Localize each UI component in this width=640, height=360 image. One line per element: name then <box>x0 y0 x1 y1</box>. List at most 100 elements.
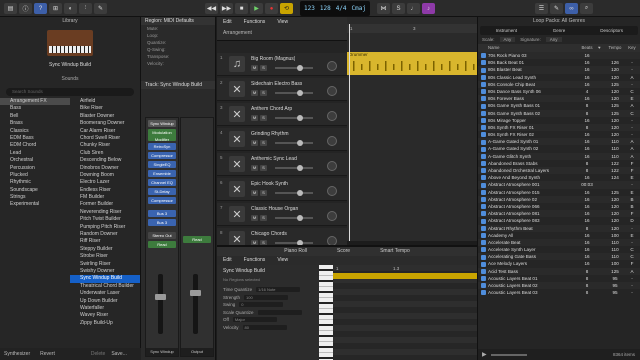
solo-button[interactable]: S <box>260 215 267 221</box>
category-item[interactable]: Percussion <box>0 165 70 172</box>
signature-select[interactable]: Any <box>545 37 562 42</box>
loop-row[interactable]: 70s Rock Piano 03 16 <box>478 52 640 60</box>
patch-item[interactable]: Dinobros Downer <box>70 165 140 172</box>
track-volume-slider[interactable] <box>275 90 313 96</box>
loop-row[interactable]: Abstract Atmosphere 083 16 120 D <box>478 217 640 224</box>
editor-param-field[interactable]: 1/16 Note <box>256 287 301 293</box>
track-name[interactable]: Chicago Chords <box>251 231 287 237</box>
track-header[interactable]: 7 ✕ Classic House Organ M S <box>217 203 347 226</box>
patch-item[interactable]: Pitch Twist Builder <box>70 216 140 223</box>
preview-volume-slider[interactable] <box>490 353 527 356</box>
category-item[interactable]: Plucked <box>0 172 70 179</box>
track-volume-slider[interactable] <box>275 65 313 71</box>
patch-item[interactable]: Former Builder <box>70 201 140 208</box>
patch-item[interactable]: Swishy Downer <box>70 268 140 275</box>
track-pan-knob[interactable] <box>327 161 337 171</box>
tab-score[interactable]: Score <box>337 247 350 256</box>
volume-fader[interactable] <box>155 274 166 334</box>
loop-row[interactable]: 80s Classic Lead Synth 16 120 A <box>478 74 640 81</box>
track-header[interactable]: Track: Sync Windup Build <box>141 81 215 89</box>
save-button[interactable]: Save... <box>111 351 127 357</box>
editor-param-field[interactable] <box>257 309 302 315</box>
solo-button[interactable]: S <box>260 140 267 146</box>
stop-button[interactable]: ■ <box>235 3 248 14</box>
patch-item[interactable]: Endless Riser <box>70 187 140 194</box>
patch-item[interactable]: Boomerang Downer <box>70 120 140 127</box>
loop-row[interactable]: Above And Beyond Synth 16 124 E <box>478 174 640 181</box>
editor-param-field[interactable]: 80 <box>242 324 287 330</box>
loop-row[interactable]: Abandoned Brass Stabs 8 122 F <box>478 160 640 167</box>
patch-item[interactable]: Chord Swell Riser <box>70 135 140 142</box>
mute-button[interactable]: M <box>251 165 258 171</box>
patch-item[interactable]: Pumping Pitch Riser <box>70 224 140 231</box>
track-header[interactable]: 1 ♫ Big Room (Magnus) M S <box>217 53 347 76</box>
editor-functions-menu[interactable]: Functions <box>244 257 266 264</box>
plugin-slot[interactable]: Modulation Modifier <box>148 129 176 141</box>
loop-row[interactable]: 80s Forever Bass 16 120 E <box>478 95 640 103</box>
output-slot[interactable]: Stereo Out <box>148 232 176 239</box>
track-pan-knob[interactable] <box>327 86 337 96</box>
loop-row[interactable]: Abstract Atmosphere 081 16 120 F <box>478 210 640 218</box>
category-item[interactable]: EDM Chord <box>0 142 70 149</box>
play-button[interactable]: ▶ <box>250 3 263 14</box>
track-pan-knob[interactable] <box>327 186 337 196</box>
patch-item[interactable]: Bike Riser <box>70 105 140 112</box>
tab-piano-roll[interactable]: Piano Roll <box>284 247 307 256</box>
loop-row[interactable]: A-Game Gated Synth 01 16 110 A <box>478 138 640 146</box>
bar-ruler[interactable]: 1 3 <box>347 24 477 33</box>
plugin-slot[interactable]: St-Delay <box>148 188 176 195</box>
track-name[interactable]: Anthemic Sync Lead <box>251 156 297 162</box>
loop-row[interactable]: Acoustic Layers Beat 01 8 95 - <box>478 275 640 282</box>
mute-button[interactable]: M <box>251 65 258 71</box>
track-volume-slider[interactable] <box>275 190 313 196</box>
category-item[interactable]: Arrangement FX <box>0 98 70 106</box>
region-header[interactable]: Region: MIDI Defaults <box>141 17 215 25</box>
tuner-button[interactable]: ⋈ <box>377 3 390 14</box>
category-item[interactable]: Orchestral <box>0 157 70 164</box>
patch-item[interactable]: Waterfaller <box>70 305 140 312</box>
track-name[interactable]: Grinding Rhythm <box>251 131 289 137</box>
plugin-slot[interactable]: Compressor <box>148 152 176 159</box>
patch-item[interactable]: Up Down Builder <box>70 298 140 305</box>
track-name[interactable]: Sidechain Electro Bass <box>251 81 302 87</box>
plugin-slot[interactable]: SingleEQ <box>148 161 176 168</box>
count-in-button[interactable]: ♪ <box>422 3 435 14</box>
mixer-button[interactable]: ⫶ <box>79 3 92 14</box>
editor-param-field[interactable]: Major <box>232 317 277 323</box>
tab-smart-tempo[interactable]: Smart Tempo <box>380 247 410 256</box>
forward-button[interactable]: ▶▶ <box>220 3 233 14</box>
output-fader[interactable] <box>190 274 201 334</box>
loop-row[interactable]: A-Game Gated Synth 02 16 110 A <box>478 145 640 152</box>
mute-button[interactable]: M <box>251 115 258 121</box>
mute-button[interactable]: M <box>251 215 258 221</box>
patch-item[interactable]: Airfield <box>70 98 140 105</box>
patch-item[interactable]: Random Downer <box>70 231 140 238</box>
patch-item[interactable]: Steppy Builder <box>70 246 140 253</box>
lcd-display[interactable]: 123 128 4/4 Cmaj <box>300 1 370 16</box>
solo-button[interactable]: S <box>260 115 267 121</box>
preview-play-icon[interactable]: ▶ <box>482 351 487 358</box>
track-header[interactable]: 6 ✕ Epic Hook Synth M S <box>217 178 347 201</box>
loop-row[interactable]: 80s Mirage Topper 16 120 - <box>478 117 640 124</box>
editor-param-field[interactable]: 100 <box>244 294 289 300</box>
inspector-button[interactable]: ⓘ <box>19 3 32 14</box>
loop-row[interactable]: Abstract Atmosphere 001 00:03 - <box>478 181 640 189</box>
plugin-slot[interactable]: Compressor <box>148 197 176 204</box>
plugin-slot[interactable]: Sync Windup <box>148 120 176 127</box>
patch-item[interactable]: Electro Lazer <box>70 179 140 186</box>
browsers-button[interactable]: ⌕ <box>580 3 593 14</box>
loop-row[interactable]: 80s Synth FX Riser 02 16 120 - <box>478 131 640 138</box>
automation-read[interactable]: Read <box>183 236 211 243</box>
piano-keyboard[interactable] <box>319 265 333 360</box>
category-item[interactable]: Rhythmic <box>0 179 70 186</box>
loop-row[interactable]: Accelerate Synth Layer 16 110 C <box>478 246 640 253</box>
patch-item[interactable]: Downing Boom <box>70 172 140 179</box>
quick-help-button[interactable]: ? <box>34 3 47 14</box>
col-beats[interactable]: Beats <box>576 44 598 52</box>
loop-row[interactable]: Accelerating Gate Bass 16 110 C <box>478 253 640 261</box>
patch-item[interactable]: Club Siren <box>70 150 140 157</box>
revert-button[interactable]: Revert <box>40 351 55 357</box>
region-param-row[interactable]: Loop: <box>141 32 215 39</box>
loop-row[interactable]: Acoustic Layers Beat 03 8 95 - <box>478 289 640 296</box>
track-volume-slider[interactable] <box>275 165 313 171</box>
